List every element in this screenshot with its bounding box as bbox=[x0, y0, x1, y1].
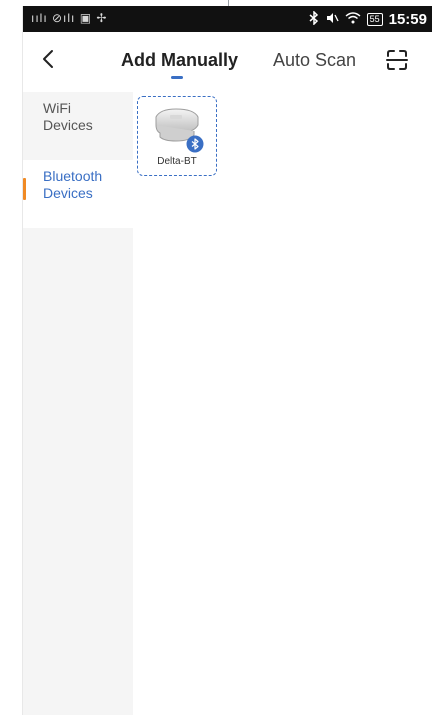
tab-auto-scan[interactable]: Auto Scan bbox=[273, 50, 356, 71]
sidebar-item-label: WiFi bbox=[43, 100, 71, 116]
wifi-icon bbox=[345, 11, 361, 27]
status-bar: ıılı ⊘ılı ▣ ✢ 55 15:59 bbox=[23, 6, 432, 32]
scan-button[interactable] bbox=[383, 46, 411, 74]
mute-icon bbox=[325, 11, 339, 28]
tab-add-manually[interactable]: Add Manually bbox=[121, 50, 238, 71]
back-button[interactable] bbox=[33, 44, 63, 74]
active-category-indicator bbox=[23, 178, 26, 200]
device-label: Delta-BT bbox=[157, 156, 197, 167]
scan-frame-icon bbox=[386, 50, 408, 70]
active-tab-indicator bbox=[171, 76, 183, 79]
sidebar-item-label: Devices bbox=[43, 185, 93, 201]
chevron-left-icon bbox=[43, 50, 53, 68]
sidebar-item-wifi-devices[interactable]: WiFi Devices bbox=[23, 92, 133, 160]
status-right: 55 15:59 bbox=[309, 9, 427, 28]
sidebar-item-label: Bluetooth bbox=[43, 168, 103, 184]
sidebar-item-label: Devices bbox=[43, 117, 93, 133]
phone-screen: ıılı ⊘ılı ▣ ✢ 55 15:59 Add Manually Auto… bbox=[22, 6, 432, 715]
header: Add Manually Auto Scan bbox=[23, 32, 432, 92]
bluetooth-icon bbox=[309, 9, 319, 28]
sidebar-item-bluetooth-devices[interactable]: Bluetooth Devices bbox=[23, 160, 133, 228]
category-sidebar: WiFi Devices Bluetooth Devices bbox=[23, 92, 133, 715]
device-list: Delta-BT bbox=[133, 92, 432, 715]
status-left-icons: ıılı ⊘ılı ▣ ✢ bbox=[31, 11, 108, 25]
battery-indicator: 55 bbox=[366, 12, 383, 26]
device-card-delta-bt[interactable]: Delta-BT bbox=[137, 96, 217, 176]
status-time: 15:59 bbox=[388, 10, 427, 28]
bluetooth-badge-icon bbox=[186, 135, 204, 153]
